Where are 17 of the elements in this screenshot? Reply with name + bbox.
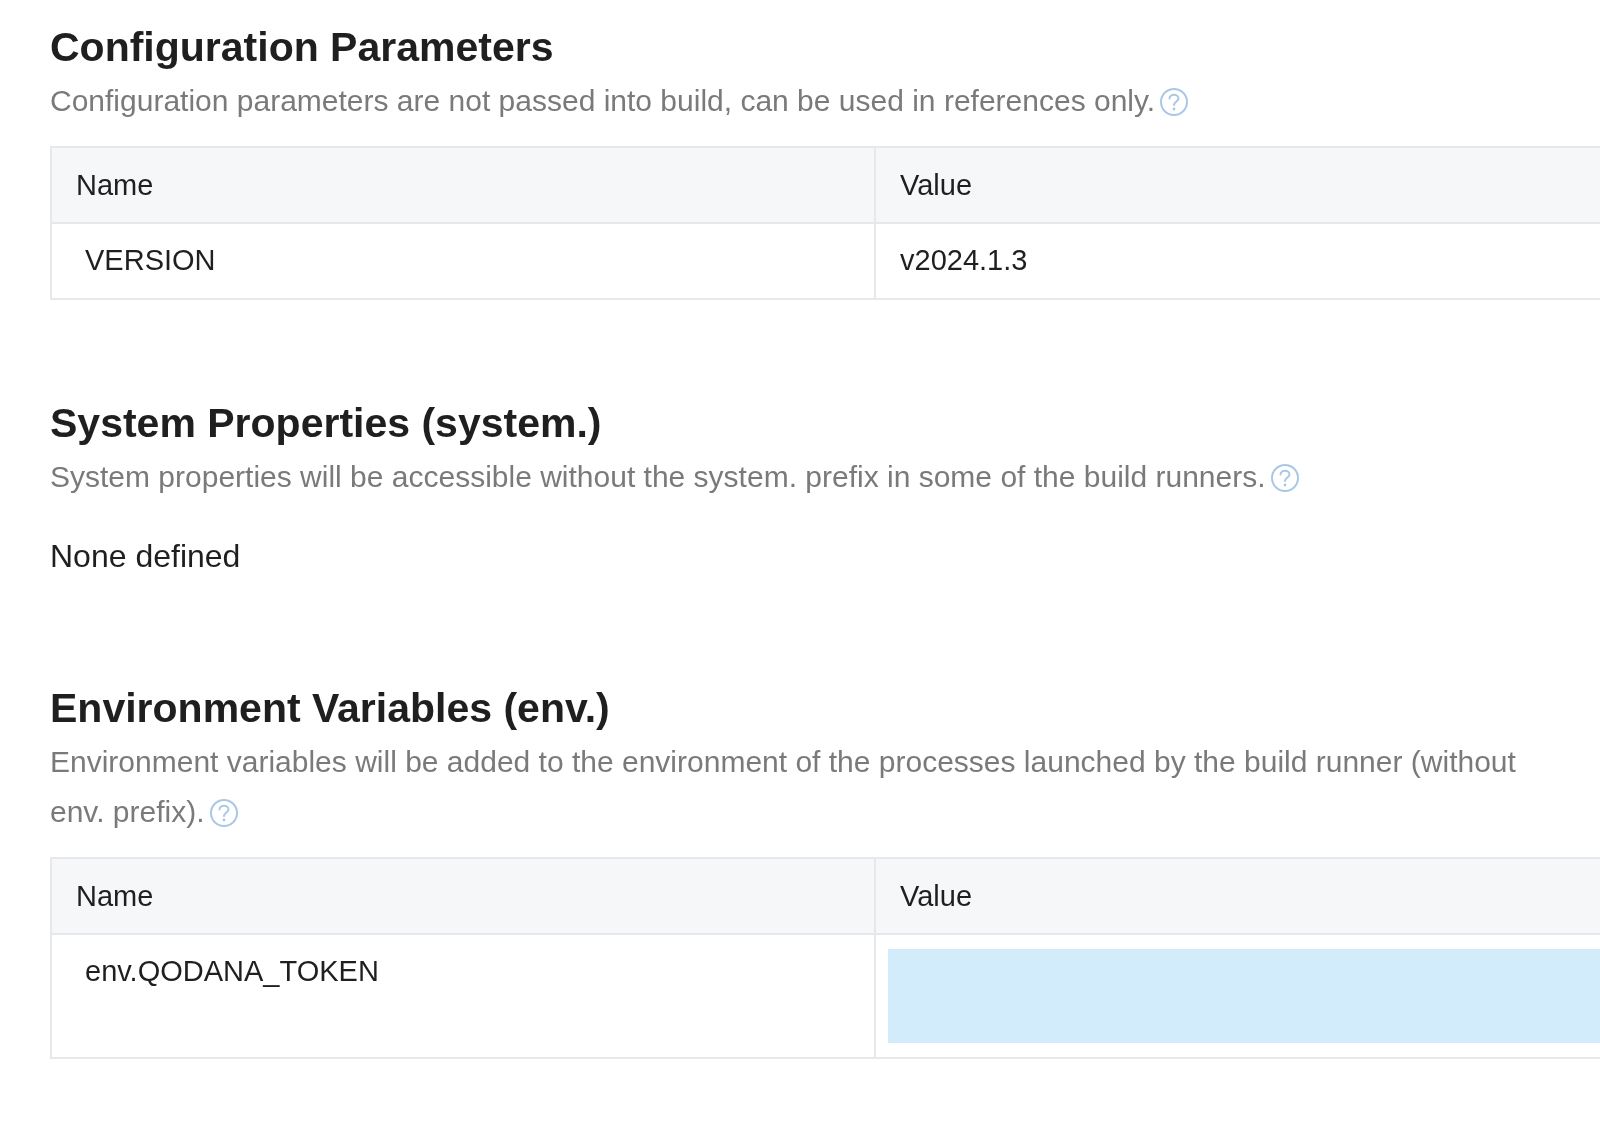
column-header: Name — [52, 148, 876, 222]
help-icon[interactable] — [208, 798, 239, 828]
section-description: Configuration parameters are not passed into build, can be used in references only. — [50, 76, 1530, 126]
empty-state-text: None defined — [50, 538, 242, 575]
column-header: Value — [899, 167, 974, 203]
section-description: Environment variables will be added to the environment of the processes launched by the build runner (without env. prefix). — [50, 744, 1517, 830]
column-header: Name — [52, 859, 876, 933]
section-description: System properties will be accessible without the system. prefix in some of the build runners. — [50, 452, 1530, 502]
help-icon[interactable] — [1269, 463, 1300, 493]
help-icon[interactable] — [1159, 87, 1190, 117]
column-header: Value — [899, 878, 974, 914]
parameter-name-cell: VERSION — [52, 224, 876, 298]
section-title: Environment Variables (env.) — [50, 685, 611, 731]
parameter-value-cell-text: v2024.1.3 — [899, 243, 1028, 278]
section-title: Configuration Parameters — [50, 24, 555, 70]
parameter-name-cell: env.QODANA_TOKEN — [52, 935, 876, 1057]
section-title: System Properties (system.) — [50, 400, 603, 446]
